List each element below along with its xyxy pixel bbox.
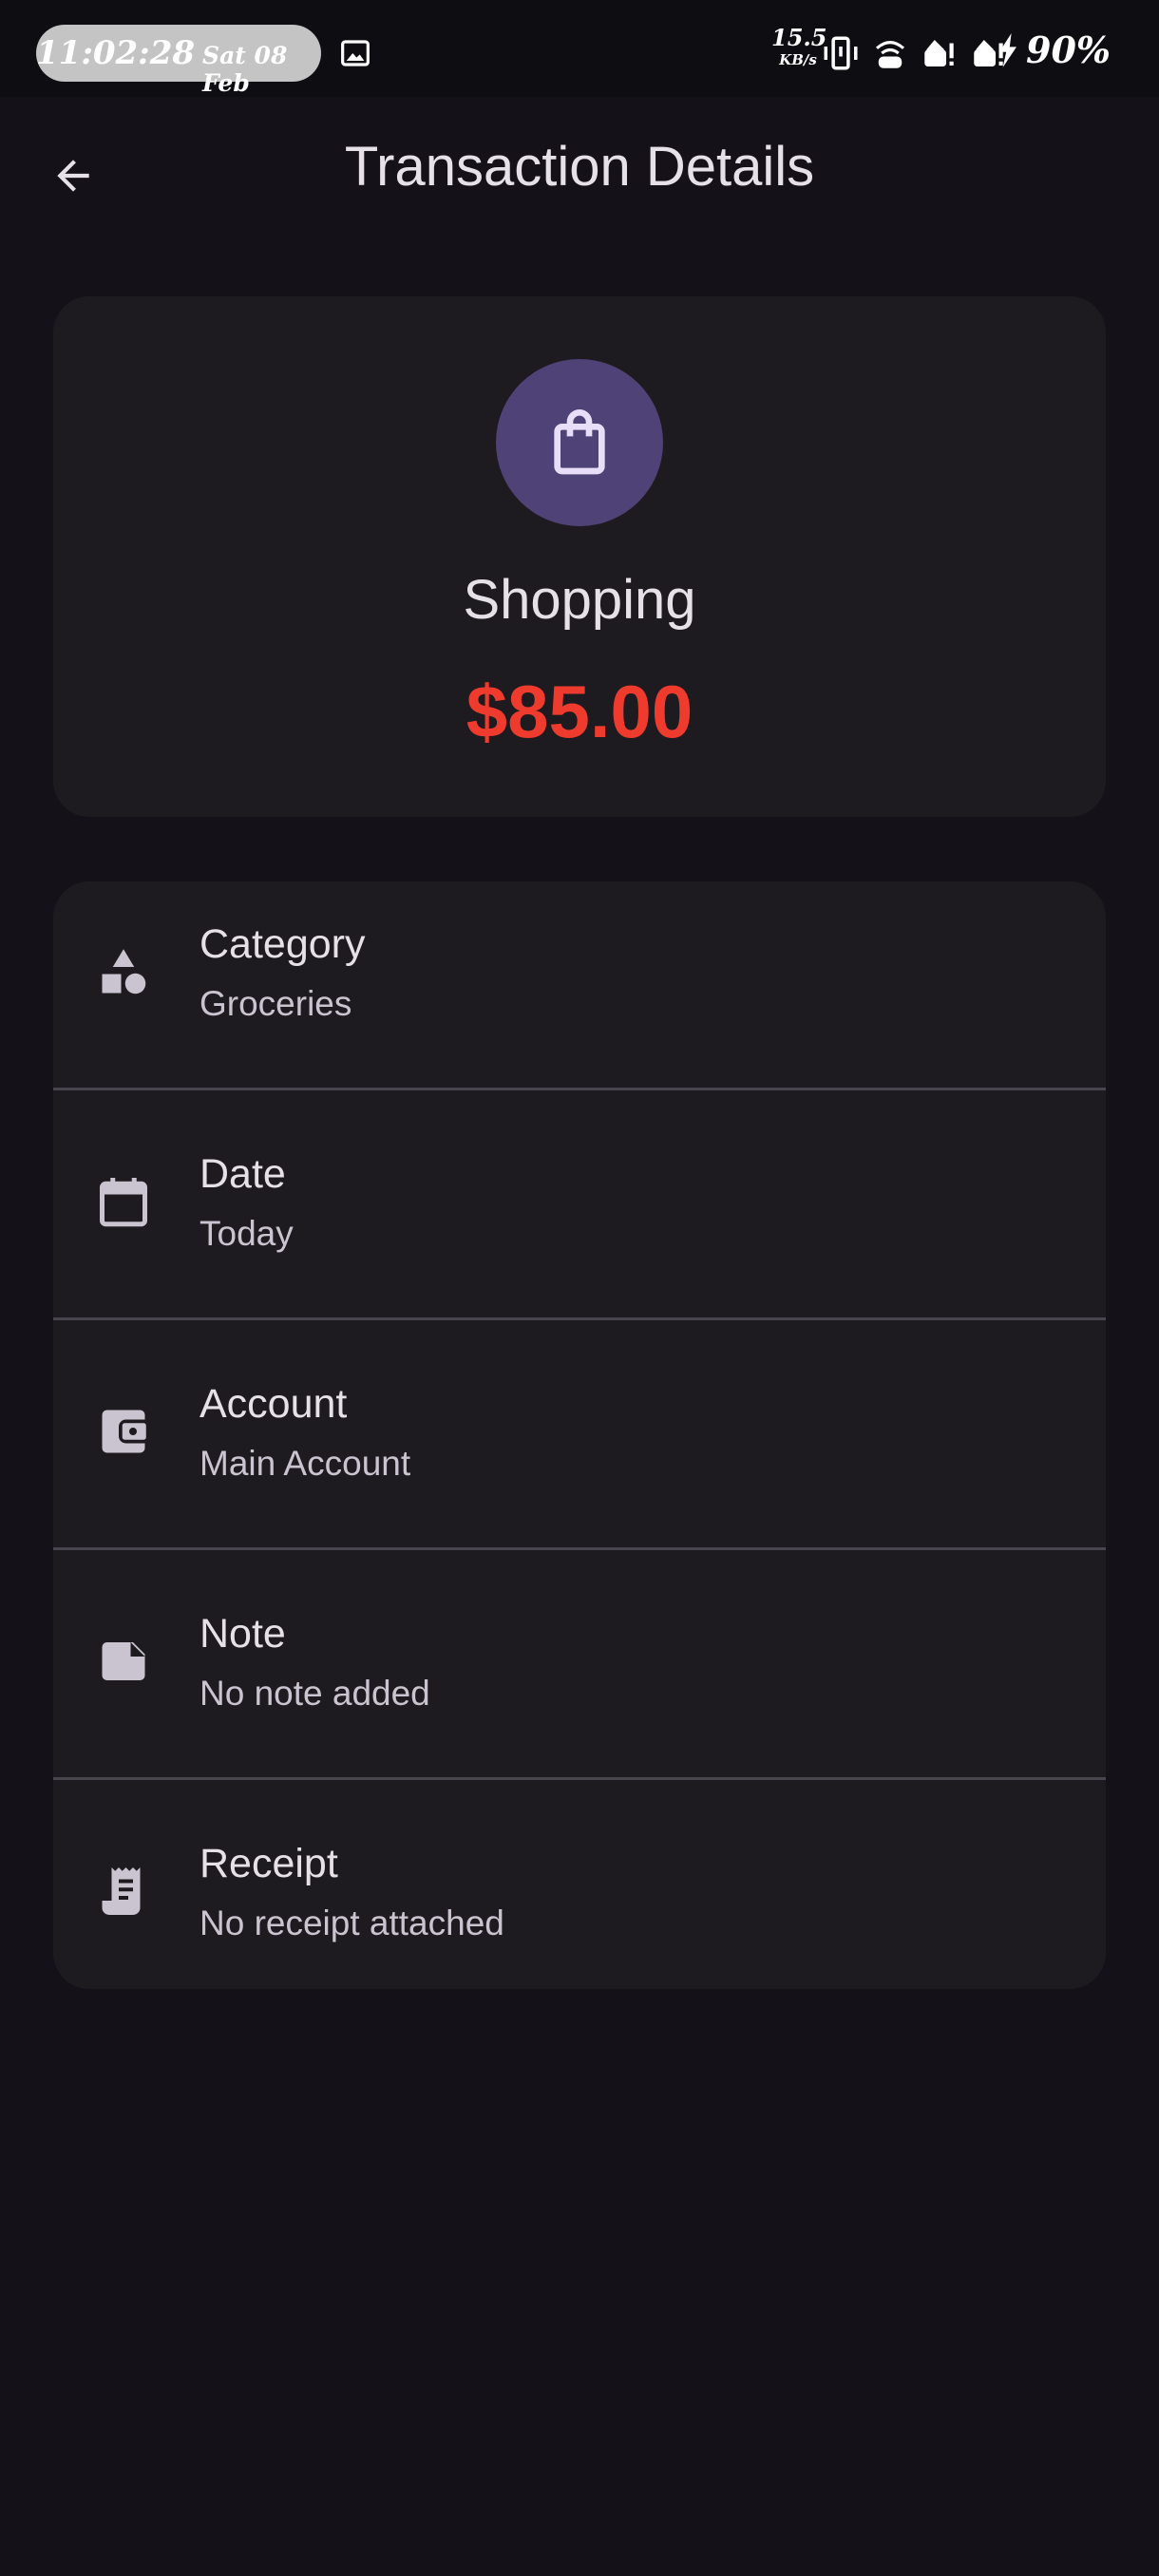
status-icons	[821, 32, 1009, 74]
detail-value: No note added	[200, 1674, 430, 1713]
detail-value: Main Account	[200, 1444, 411, 1483]
detail-row-receipt[interactable]: Receipt No receipt attached	[53, 1801, 1106, 1989]
wifi-calling-icon	[875, 41, 905, 68]
detail-row-date[interactable]: Date Today	[53, 1111, 1106, 1341]
detail-row-note[interactable]: Note No note added	[53, 1571, 1106, 1801]
clock-pill: 11:02:28 Sat 08 Feb	[36, 25, 321, 97]
transaction-summary-card: Shopping $85.00	[53, 296, 1106, 817]
gallery-notification-icon	[341, 40, 370, 66]
detail-value: Today	[200, 1214, 294, 1253]
status-date: Sat 08 Feb	[202, 42, 288, 97]
detail-row-category[interactable]: Category Groceries	[53, 881, 1106, 1111]
battery-indicator: 90%	[998, 28, 1111, 71]
battery-percentage: 90%	[1026, 28, 1111, 71]
divider	[53, 1317, 1106, 1320]
detail-label: Receipt	[200, 1841, 338, 1886]
detail-row-account[interactable]: Account Main Account	[53, 1341, 1106, 1571]
page-title: Transaction Details	[344, 136, 815, 198]
category-avatar	[496, 359, 663, 526]
network-speed: 15.5 KB/s	[771, 24, 827, 68]
detail-label: Account	[200, 1381, 348, 1427]
divider	[53, 1777, 1106, 1780]
network-speed-unit: KB/s	[779, 51, 817, 68]
divider	[53, 1547, 1106, 1550]
status-bar: 11:02:28 Sat 08 Feb 15.5 KB/s 90%	[0, 0, 1159, 97]
detail-label: Category	[200, 921, 366, 967]
shopping-bag-icon	[554, 409, 605, 475]
signal-sim1-icon	[924, 40, 954, 66]
app-bar: Transaction Details	[0, 97, 1159, 239]
detail-value: No receipt attached	[200, 1904, 504, 1942]
status-time: 11:02:28	[36, 34, 196, 72]
charging-bolt-icon	[999, 32, 1016, 67]
transaction-category-name: Shopping	[463, 569, 696, 631]
detail-label: Note	[200, 1611, 286, 1657]
app-screen: 11:02:28 Sat 08 Feb 15.5 KB/s 90% Transa…	[0, 0, 1159, 2576]
wallet-icon	[95, 1403, 152, 1460]
category-icon	[95, 943, 152, 1000]
network-speed-value: 15.5	[771, 24, 827, 51]
receipt-icon	[95, 1863, 152, 1920]
detail-value: Groceries	[200, 984, 352, 1023]
calendar-icon	[95, 1173, 152, 1230]
detail-label: Date	[200, 1151, 286, 1197]
transaction-amount: $85.00	[466, 670, 694, 753]
divider	[53, 1088, 1106, 1090]
vibrate-icon	[824, 36, 858, 70]
note-icon	[95, 1633, 152, 1690]
transaction-details-list: Category Groceries Date Today Account Ma…	[53, 881, 1106, 1989]
